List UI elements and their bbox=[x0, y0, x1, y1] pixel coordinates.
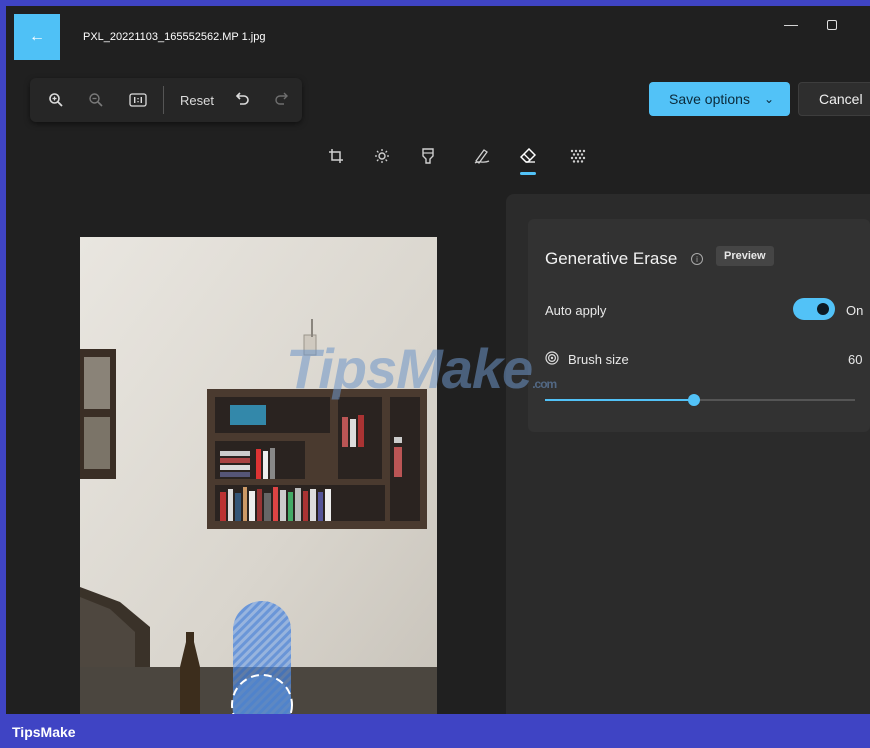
preview-badge: Preview bbox=[716, 246, 774, 266]
redo-button[interactable] bbox=[270, 88, 294, 112]
actual-size-icon bbox=[129, 93, 147, 107]
markup-icon bbox=[474, 149, 490, 164]
crop-tool[interactable] bbox=[324, 144, 348, 168]
auto-apply-state: On bbox=[846, 303, 864, 318]
slider-fill bbox=[545, 399, 694, 401]
brush-size-slider[interactable] bbox=[545, 394, 855, 406]
reset-button[interactable]: Reset bbox=[176, 88, 218, 112]
redo-icon bbox=[275, 92, 288, 105]
minimize-button[interactable]: — bbox=[781, 16, 801, 36]
auto-apply-label: Auto apply bbox=[545, 303, 607, 318]
adjust-tool[interactable] bbox=[370, 144, 394, 168]
background-blur-icon bbox=[570, 149, 586, 163]
title-bar: ← PXL_20221103_165552562.MP 1.jpg — bbox=[6, 6, 870, 62]
photo-image bbox=[80, 237, 437, 714]
erase-icon bbox=[520, 148, 536, 163]
back-button[interactable]: ← bbox=[14, 14, 60, 60]
arrow-left-icon: ← bbox=[29, 28, 45, 45]
brightness-icon bbox=[375, 149, 389, 163]
background-tool[interactable] bbox=[566, 144, 590, 168]
watermark-suffix: .com bbox=[532, 377, 557, 391]
zoom-in-icon bbox=[49, 93, 63, 107]
zoom-in-button[interactable] bbox=[44, 88, 68, 112]
undo-icon bbox=[235, 92, 249, 105]
panel-title: Generative Erase bbox=[545, 249, 678, 268]
markup-tool[interactable] bbox=[470, 144, 494, 168]
zoom-toolbar: Reset bbox=[30, 78, 302, 122]
brush-size-value: 60 bbox=[848, 352, 863, 367]
crop-icon bbox=[329, 149, 343, 163]
active-tool-indicator bbox=[520, 172, 536, 175]
filter-icon bbox=[422, 148, 434, 164]
toolbar-separator bbox=[163, 86, 164, 114]
info-icon[interactable]: i bbox=[691, 253, 703, 265]
chevron-down-icon: ⌄ bbox=[764, 92, 775, 106]
slider-thumb[interactable] bbox=[687, 394, 700, 406]
cancel-button[interactable]: Cancel bbox=[798, 82, 870, 116]
auto-apply-toggle[interactable] bbox=[793, 298, 835, 320]
save-options-button[interactable]: Save options ⌄ bbox=[649, 82, 790, 116]
footer-bar: TipsMake bbox=[0, 714, 870, 748]
photo-canvas[interactable] bbox=[80, 237, 437, 714]
filter-tool[interactable] bbox=[416, 144, 440, 168]
footer-brand: TipsMake bbox=[12, 724, 76, 740]
toggle-knob bbox=[817, 303, 829, 315]
undo-button[interactable] bbox=[230, 88, 254, 112]
erase-tool[interactable] bbox=[516, 144, 540, 168]
brush-size-label: Brush size bbox=[568, 352, 629, 367]
zoom-out-icon bbox=[89, 93, 103, 107]
watermark-text: TipsMake bbox=[286, 337, 533, 400]
maximize-button[interactable] bbox=[827, 20, 837, 30]
window-title: PXL_20221103_165552562.MP 1.jpg bbox=[83, 31, 266, 43]
save-options-label: Save options bbox=[669, 91, 750, 107]
actual-size-button[interactable] bbox=[126, 88, 150, 112]
zoom-out-button[interactable] bbox=[84, 88, 108, 112]
generative-erase-card: Generative Erase i Preview Auto apply On… bbox=[528, 219, 870, 432]
watermark: TipsMake.com bbox=[286, 336, 557, 401]
photos-app-window: ← PXL_20221103_165552562.MP 1.jpg — Rese… bbox=[6, 6, 870, 714]
